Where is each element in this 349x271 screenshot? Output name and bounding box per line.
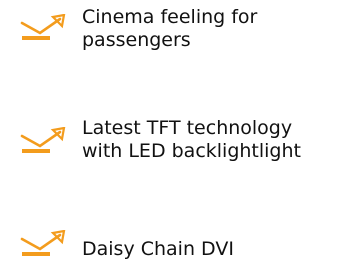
feature-label: Cinema feeling for passengers [82, 6, 257, 52]
feature-label-line: Cinema feeling for [82, 6, 258, 28]
feature-list: Cinema feeling for passengers Latest TFT… [0, 0, 349, 271]
feature-label-line: Latest TFT technology [82, 117, 293, 139]
feature-label-line: with LED backlightlight [82, 140, 301, 162]
projection-arrow-icon [20, 230, 68, 258]
feature-label: Latest TFT technology with LED backlight… [82, 117, 301, 163]
feature-label-line: passengers [82, 29, 191, 51]
feature-label-line: Daisy Chain DVI [82, 238, 234, 260]
projection-arrow-icon [20, 14, 68, 42]
projection-arrow-icon [20, 127, 68, 155]
feature-label: Daisy Chain DVI [82, 238, 234, 261]
